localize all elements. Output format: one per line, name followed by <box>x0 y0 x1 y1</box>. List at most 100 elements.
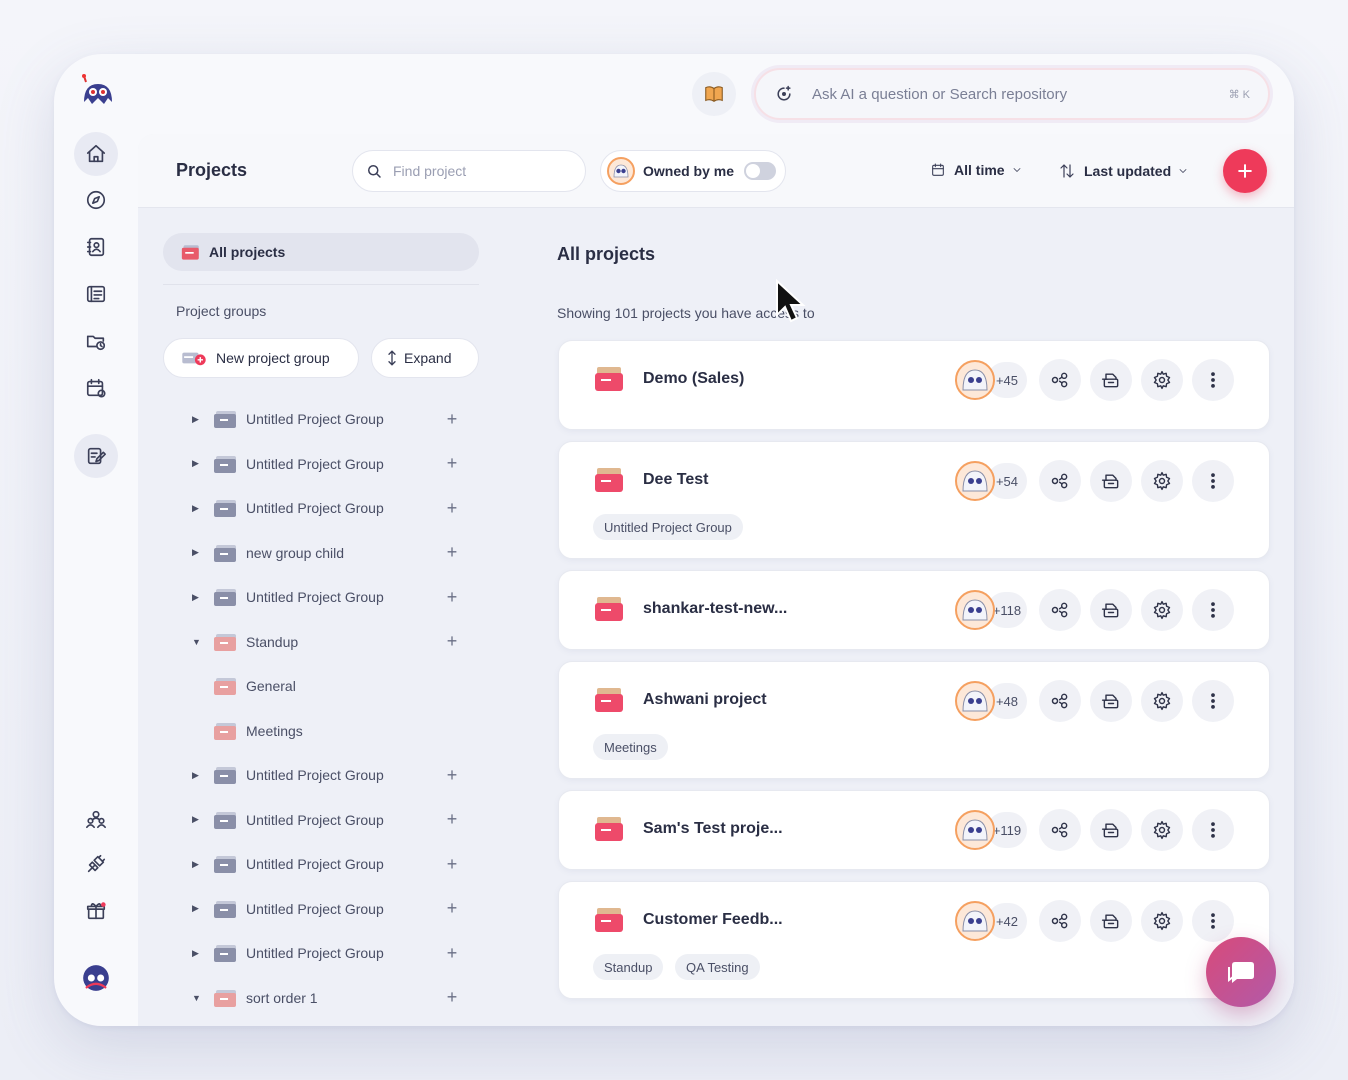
time-filter-dropdown[interactable]: All time <box>930 162 1023 178</box>
nav-folders[interactable] <box>74 319 118 363</box>
add-subgroup-icon[interactable]: + <box>442 631 462 652</box>
nav-reports[interactable] <box>74 272 118 316</box>
nav-whats-new[interactable] <box>74 889 118 933</box>
share-button[interactable] <box>1039 359 1081 401</box>
group-tree-item[interactable]: General <box>192 673 462 699</box>
add-subgroup-icon[interactable]: + <box>442 453 462 474</box>
more-options-button[interactable] <box>1192 359 1234 401</box>
add-subgroup-icon[interactable]: + <box>442 987 462 1008</box>
caret-right-icon[interactable]: ▶ <box>192 814 202 825</box>
group-tree-item[interactable]: Meetings <box>192 718 462 744</box>
project-card[interactable]: shankar-test-new... +118 <box>558 570 1270 650</box>
more-options-button[interactable] <box>1192 589 1234 631</box>
project-card[interactable]: Customer Feedb... +42 Standup QA Testing <box>558 881 1270 999</box>
settings-button[interactable] <box>1141 460 1183 502</box>
caret-right-icon[interactable]: ▶ <box>192 547 202 558</box>
settings-button[interactable] <box>1141 589 1183 631</box>
settings-button[interactable] <box>1141 900 1183 942</box>
nav-calendar[interactable] <box>74 366 118 410</box>
add-project-button[interactable] <box>1223 149 1267 193</box>
archive-button[interactable] <box>1090 809 1132 851</box>
group-tree-item[interactable]: ▼ Standup + <box>192 629 462 655</box>
group-tree-item[interactable]: ▶ Untitled Project Group + <box>192 896 462 922</box>
settings-button[interactable] <box>1141 680 1183 722</box>
caret-right-icon[interactable]: ▶ <box>192 503 202 514</box>
project-group-tag[interactable]: QA Testing <box>675 954 760 980</box>
group-tree-item[interactable]: ▶ Untitled Project Group + <box>192 584 462 610</box>
add-subgroup-icon[interactable]: + <box>442 498 462 519</box>
add-subgroup-icon[interactable]: + <box>442 854 462 875</box>
caret-right-icon[interactable]: ▶ <box>192 414 202 425</box>
more-options-button[interactable] <box>1192 680 1234 722</box>
group-tree-item[interactable]: ▶ Untitled Project Group + <box>192 451 462 477</box>
project-name[interactable]: Customer Feedb... <box>643 911 783 929</box>
project-card[interactable]: Demo (Sales) +45 <box>558 340 1270 430</box>
project-name[interactable]: Dee Test <box>643 471 709 489</box>
nav-integrations[interactable] <box>74 842 118 886</box>
group-tree-item[interactable]: ▶ Untitled Project Group + <box>192 406 462 432</box>
project-group-tag[interactable]: Standup <box>593 954 664 980</box>
caret-right-icon[interactable]: ▶ <box>192 903 202 914</box>
find-project-input[interactable]: Find project <box>352 150 586 192</box>
ai-search-bar[interactable]: Ask AI a question or Search repository ⌘… <box>754 68 1270 120</box>
group-tree-item[interactable]: ▶ Untitled Project Group + <box>192 851 462 877</box>
add-subgroup-icon[interactable]: + <box>442 943 462 964</box>
caret-right-icon[interactable]: ▶ <box>192 948 202 959</box>
group-tree-item[interactable]: ▼ sort order 1 + <box>192 985 462 1011</box>
group-tree-item[interactable]: ▶ Untitled Project Group + <box>192 807 462 833</box>
group-tree-item[interactable]: ▶ new group child + <box>192 540 462 566</box>
owned-by-me-filter[interactable]: Owned by me <box>600 150 786 192</box>
caret-right-icon[interactable]: ▶ <box>192 770 202 781</box>
chat-support-button[interactable] <box>1206 937 1276 1007</box>
project-group-tag[interactable]: Meetings <box>593 734 668 760</box>
nav-notes[interactable] <box>74 434 118 478</box>
settings-button[interactable] <box>1141 809 1183 851</box>
caret-down-icon[interactable]: ▼ <box>192 637 202 647</box>
project-group-tag[interactable]: Untitled Project Group <box>593 514 743 540</box>
new-project-group-button[interactable]: New project group <box>163 338 359 378</box>
share-button[interactable] <box>1039 809 1081 851</box>
group-tree-item[interactable]: ▶ Untitled Project Group + <box>192 762 462 788</box>
add-subgroup-icon[interactable]: + <box>442 898 462 919</box>
archive-button[interactable] <box>1090 460 1132 502</box>
add-subgroup-icon[interactable]: + <box>442 409 462 430</box>
share-button[interactable] <box>1039 589 1081 631</box>
group-tree-item[interactable]: ▶ Untitled Project Group + <box>192 940 462 966</box>
project-name[interactable]: Ashwani project <box>643 691 767 709</box>
nav-explore[interactable] <box>74 178 118 222</box>
share-button[interactable] <box>1039 460 1081 502</box>
nav-contacts[interactable] <box>74 225 118 269</box>
caret-right-icon[interactable]: ▶ <box>192 458 202 469</box>
project-name[interactable]: Sam's Test proje... <box>643 820 783 838</box>
all-projects-item[interactable]: All projects <box>163 233 479 271</box>
app-logo[interactable] <box>78 72 118 112</box>
nav-team[interactable] <box>74 797 118 841</box>
add-subgroup-icon[interactable]: + <box>442 587 462 608</box>
archive-button[interactable] <box>1090 359 1132 401</box>
nav-home[interactable] <box>74 132 118 176</box>
archive-button[interactable] <box>1090 900 1132 942</box>
add-subgroup-icon[interactable]: + <box>442 542 462 563</box>
sort-dropdown[interactable]: Last updated <box>1058 162 1189 180</box>
archive-button[interactable] <box>1090 680 1132 722</box>
caret-down-icon[interactable]: ▼ <box>192 993 202 1003</box>
docs-button[interactable] <box>692 72 736 116</box>
add-subgroup-icon[interactable]: + <box>442 765 462 786</box>
owned-by-me-toggle[interactable] <box>744 162 777 180</box>
project-name[interactable]: shankar-test-new... <box>643 600 787 618</box>
more-options-button[interactable] <box>1192 460 1234 502</box>
project-card[interactable]: Dee Test +54 Untitled Project Group <box>558 441 1270 559</box>
user-avatar[interactable] <box>74 956 118 1000</box>
expand-button[interactable]: Expand <box>371 338 479 378</box>
more-options-button[interactable] <box>1192 900 1234 942</box>
share-button[interactable] <box>1039 680 1081 722</box>
share-button[interactable] <box>1039 900 1081 942</box>
archive-button[interactable] <box>1090 589 1132 631</box>
project-card[interactable]: Ashwani project +48 Meetings <box>558 661 1270 779</box>
caret-right-icon[interactable]: ▶ <box>192 592 202 603</box>
settings-button[interactable] <box>1141 359 1183 401</box>
more-options-button[interactable] <box>1192 809 1234 851</box>
caret-right-icon[interactable]: ▶ <box>192 859 202 870</box>
group-tree-item[interactable]: ▶ Untitled Project Group + <box>192 495 462 521</box>
project-card[interactable]: Sam's Test proje... +119 <box>558 790 1270 870</box>
